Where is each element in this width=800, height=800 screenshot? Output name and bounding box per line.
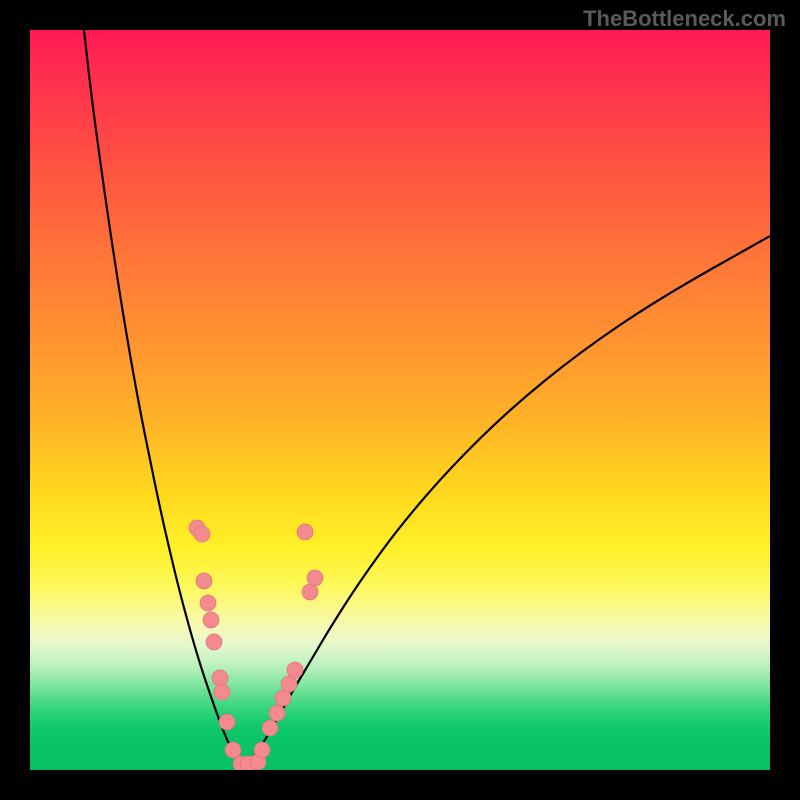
data-dot	[254, 742, 270, 758]
data-dots-group	[189, 520, 323, 770]
data-dot	[297, 524, 313, 540]
data-dot	[219, 714, 235, 730]
data-dot	[262, 720, 278, 736]
data-dot	[196, 573, 212, 589]
data-dot	[203, 612, 219, 628]
data-dot	[194, 526, 210, 542]
data-dot	[200, 595, 216, 611]
plot-area	[30, 30, 770, 770]
curve-left-branch	[84, 30, 243, 769]
data-dot	[212, 670, 228, 686]
data-dot	[307, 570, 323, 586]
data-dot	[225, 742, 241, 758]
chart-svg	[30, 30, 770, 770]
data-dot	[214, 684, 230, 700]
data-dot	[302, 584, 318, 600]
data-dot	[269, 705, 285, 721]
data-dot	[287, 662, 303, 678]
watermark-text: TheBottleneck.com	[583, 6, 786, 32]
data-dot	[281, 676, 297, 692]
data-dot	[206, 634, 222, 650]
curve-right-branch	[243, 236, 770, 769]
data-dot	[275, 690, 291, 706]
